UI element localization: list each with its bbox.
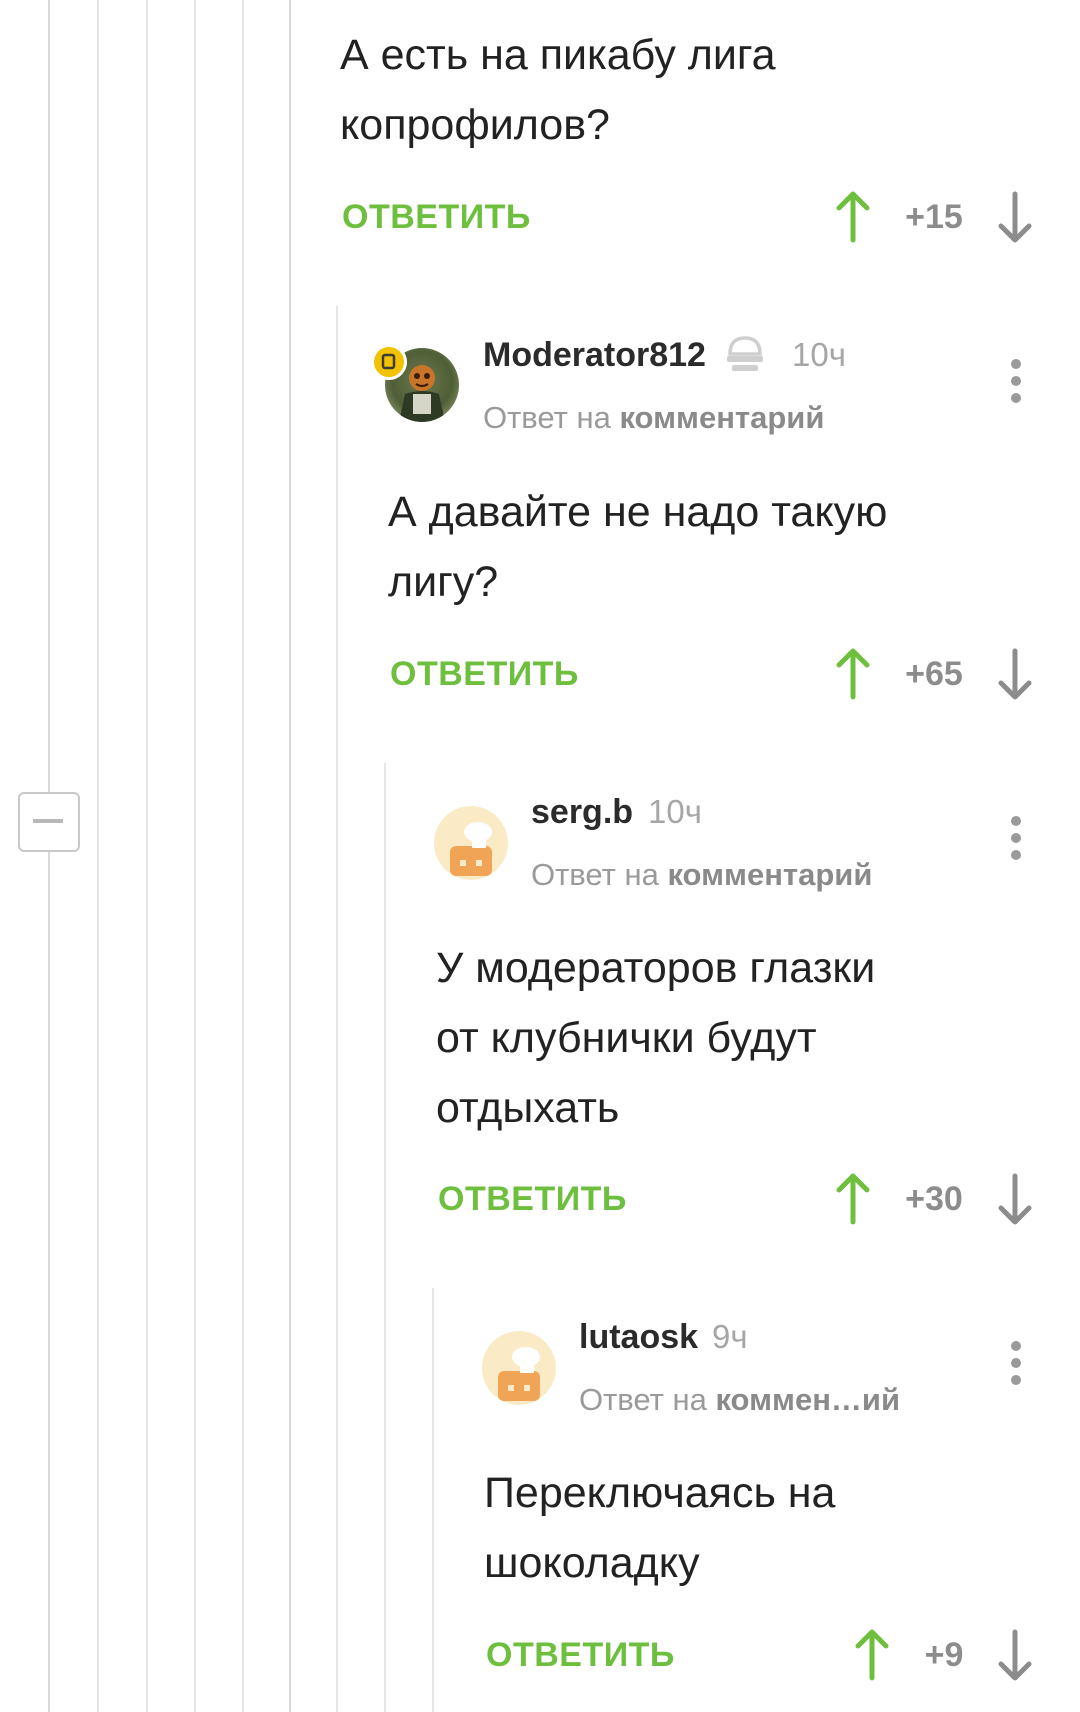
vote-score: +65 bbox=[905, 655, 963, 693]
reply-to-link[interactable]: комментарий bbox=[667, 857, 872, 892]
default-avatar-icon bbox=[450, 822, 492, 876]
reply-to-info: Ответ на коммен…ий bbox=[579, 1382, 900, 1418]
reply-to-prefix: Ответ на bbox=[483, 400, 611, 435]
reply-button[interactable]: ОТВЕТИТЬ bbox=[486, 1636, 675, 1675]
comment-time: 10ч bbox=[648, 793, 702, 830]
thread-line-4 bbox=[194, 0, 196, 1712]
more-vertical-icon[interactable] bbox=[1006, 813, 1026, 863]
username[interactable]: serg.b bbox=[531, 793, 633, 832]
vote-score: +9 bbox=[924, 1636, 964, 1674]
thread-line-8 bbox=[384, 763, 386, 1712]
reply-button[interactable]: ОТВЕТИТЬ bbox=[390, 655, 579, 694]
comment-text-line: А есть на пикабу лига bbox=[340, 31, 776, 79]
reply-button[interactable]: ОТВЕТИТЬ bbox=[438, 1180, 627, 1219]
arrow-up-icon[interactable] bbox=[852, 1628, 892, 1682]
minus-icon bbox=[33, 819, 63, 823]
thread-line-7 bbox=[336, 306, 338, 1712]
comment-time: 10ч bbox=[792, 336, 846, 373]
arrow-up-icon[interactable] bbox=[833, 1172, 873, 1226]
thread-line-5 bbox=[242, 0, 244, 1712]
arrow-up-icon[interactable] bbox=[833, 190, 873, 244]
vote-score: +15 bbox=[905, 198, 963, 236]
username[interactable]: Moderator812 bbox=[483, 336, 706, 375]
moderator-cap-icon bbox=[727, 336, 763, 371]
comment-text-line: от клубнички будут bbox=[436, 1014, 817, 1062]
comment-text-line: лигу? bbox=[388, 558, 499, 606]
comment-text-line: копрофилов? bbox=[340, 101, 610, 149]
username[interactable]: lutaosk bbox=[579, 1318, 698, 1357]
avatar[interactable] bbox=[434, 806, 508, 880]
arrow-down-icon[interactable] bbox=[995, 647, 1035, 701]
comment-time: 9ч bbox=[712, 1318, 748, 1355]
reply-to-link[interactable]: коммен…ий bbox=[715, 1382, 900, 1417]
arrow-down-icon[interactable] bbox=[995, 1628, 1035, 1682]
thread-line-9 bbox=[432, 1288, 434, 1712]
reply-button[interactable]: ОТВЕТИТЬ bbox=[342, 198, 531, 237]
reply-to-prefix: Ответ на bbox=[579, 1382, 707, 1417]
reply-to-info: Ответ на комментарий bbox=[531, 857, 872, 893]
default-avatar-icon bbox=[498, 1347, 540, 1401]
moderator-badge-icon bbox=[371, 344, 407, 380]
thread-line-3 bbox=[146, 0, 148, 1712]
comment-text-line: А давайте не надо такую bbox=[388, 488, 888, 536]
more-vertical-icon[interactable] bbox=[1006, 1338, 1026, 1388]
reply-to-prefix: Ответ на bbox=[531, 857, 659, 892]
collapse-thread-button[interactable] bbox=[18, 792, 80, 852]
arrow-up-icon[interactable] bbox=[833, 647, 873, 701]
comment-text-line: Переключаясь на bbox=[484, 1469, 836, 1517]
vote-score: +30 bbox=[905, 1180, 963, 1218]
thread-line-6 bbox=[289, 0, 291, 1712]
reply-to-link[interactable]: комментарий bbox=[619, 400, 824, 435]
avatar[interactable] bbox=[482, 1331, 556, 1405]
arrow-down-icon[interactable] bbox=[995, 190, 1035, 244]
arrow-down-icon[interactable] bbox=[995, 1172, 1035, 1226]
reply-to-info: Ответ на комментарий bbox=[483, 400, 824, 436]
thread-line-1 bbox=[48, 0, 50, 1712]
more-vertical-icon[interactable] bbox=[1006, 356, 1026, 406]
thread-line-2 bbox=[97, 0, 99, 1712]
comment-text-line: шоколадку bbox=[484, 1539, 700, 1587]
comment-text-line: У модераторов глазки bbox=[436, 944, 876, 992]
comment-text-line: отдыхать bbox=[436, 1084, 620, 1132]
